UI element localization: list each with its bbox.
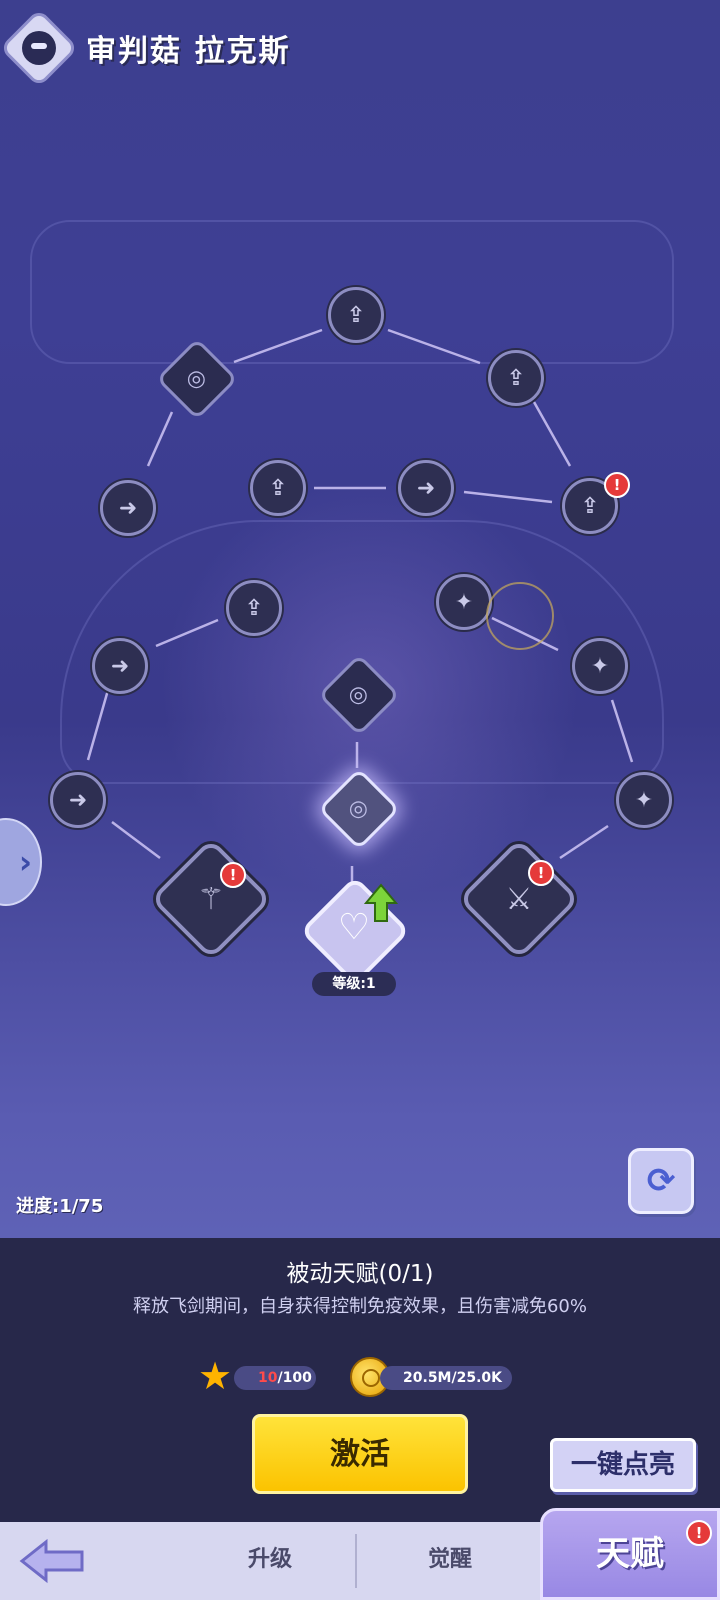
- star-cost-total: /100: [277, 1370, 312, 1386]
- talent-node-icon: ⇪: [506, 365, 526, 391]
- back-arrow-icon[interactable]: [18, 1536, 88, 1586]
- activate-button[interactable]: 激活: [252, 1414, 468, 1494]
- talent-node-icon: ✦: [590, 653, 610, 679]
- talent-node-icon: ⇪: [268, 475, 288, 501]
- talent-node-icon: ✦: [634, 787, 654, 813]
- talent-node[interactable]: ➜: [92, 638, 148, 694]
- refresh-button[interactable]: ⟳: [628, 1148, 694, 1214]
- vortex-diamond-icon: ◎: [187, 366, 207, 392]
- level-label: 等级:1: [312, 972, 396, 996]
- tab-awaken[interactable]: 觉醒: [390, 1540, 510, 1580]
- target-ring: [486, 582, 554, 650]
- vortex-diamond-icon: ◎: [349, 796, 369, 822]
- progress-label: 进度:1/75: [16, 1196, 104, 1217]
- talent-node-icon: ✦: [454, 589, 474, 615]
- one-key-light-button[interactable]: 一键点亮: [550, 1438, 696, 1492]
- chevron-right-icon: ›: [18, 843, 32, 881]
- alert-badge: !: [220, 862, 246, 888]
- talent-node[interactable]: ⇪: [488, 350, 544, 406]
- star-cost-current: 10: [258, 1370, 278, 1386]
- talent-title: 被动天赋(0/1): [286, 1261, 434, 1287]
- star-cost: 10/100: [234, 1366, 316, 1390]
- talent-node[interactable]: ➜: [50, 772, 106, 828]
- talent-node[interactable]: ⇪: [250, 460, 306, 516]
- gold-cost: 20.5M/25.0K: [380, 1366, 512, 1390]
- talent-node-icon: ⇪: [346, 302, 366, 328]
- talent-node[interactable]: ⇪: [328, 287, 384, 343]
- talent-node-icon: ➜: [110, 653, 130, 679]
- talent-node[interactable]: ➜: [398, 460, 454, 516]
- alert-badge: !: [686, 1520, 712, 1546]
- refresh-icon: ⟳: [646, 1161, 676, 1201]
- talent-node-icon: ⇪: [244, 595, 264, 621]
- tab-upgrade[interactable]: 升级: [210, 1540, 330, 1580]
- talent-node-icon: ➜: [118, 495, 138, 521]
- green-up-arrow-icon: [364, 883, 398, 922]
- alert-badge: !: [604, 472, 630, 498]
- sword-icon: ⚔: [505, 881, 533, 917]
- talent-node[interactable]: ➜: [100, 480, 156, 536]
- talent-node[interactable]: ⇪: [226, 580, 282, 636]
- talent-node[interactable]: ✦: [436, 574, 492, 630]
- talent-node-icon: ➜: [416, 475, 436, 501]
- staff-icon: ⚚: [197, 881, 225, 917]
- talent-node[interactable]: ✦: [616, 772, 672, 828]
- talent-node[interactable]: ✦: [572, 638, 628, 694]
- vortex-diamond-icon: ◎: [349, 682, 369, 708]
- talent-node-icon: ⇪: [580, 493, 600, 519]
- talent-node-icon: ➜: [68, 787, 88, 813]
- alert-badge: !: [528, 860, 554, 886]
- talent-description: 释放飞剑期间，自身获得控制免疫效果，且伤害减免60%: [132, 1296, 587, 1317]
- star-icon: ★: [198, 1354, 233, 1398]
- tab-divider: [355, 1534, 357, 1588]
